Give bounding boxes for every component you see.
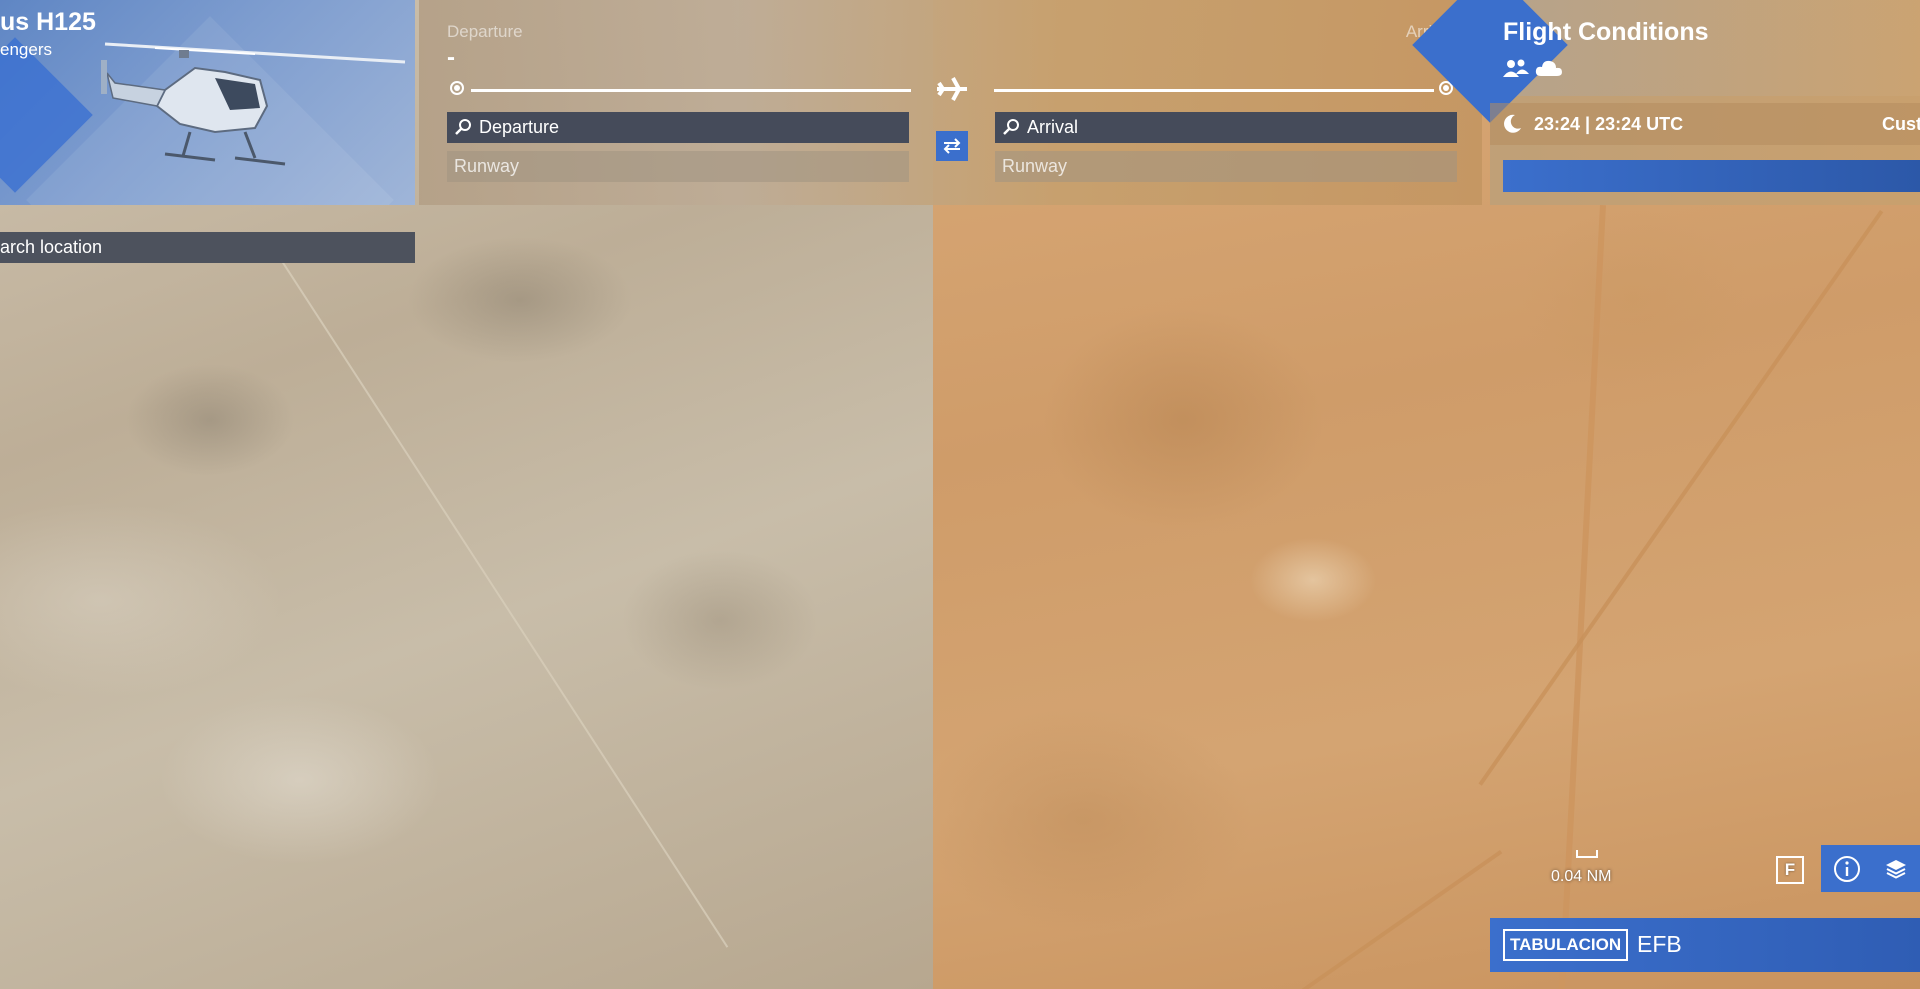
time-display: 23:24 | 23:24 UTC [1534,114,1684,134]
efb-key-hint: TABULACION [1503,929,1629,961]
flight-conditions-panel[interactable]: Flight Conditions 23:24 | 23:24 UTC Cust [1412,0,1920,205]
scale-label: 0.04 NM [1551,868,1612,885]
time-slider[interactable] [1503,160,1920,192]
search-location-placeholder: arch location [0,237,103,257]
search-icon [1003,119,1019,135]
moon-icon [1504,114,1521,133]
airplane-icon [937,77,967,101]
aircraft-subtitle: engers [0,40,52,59]
map-key-hint[interactable]: F [1776,856,1804,884]
arrival-search-placeholder: Arrival [1027,117,1079,137]
departure-runway-input[interactable]: Runway [447,151,909,182]
time-preset: Cust [1882,114,1920,134]
scale-bar [1576,850,1598,858]
info-button[interactable] [1824,845,1870,892]
map-tools [1821,845,1920,892]
layers-button[interactable] [1873,845,1919,892]
passengers-icon [1503,59,1529,77]
aircraft-name: us H125 [0,8,96,36]
swap-icon [943,138,961,154]
arrival-runway-placeholder: Runway [1002,156,1068,176]
departure-route-line [471,89,911,92]
aircraft-card[interactable]: us H125 engers [0,0,415,205]
conditions-title: Flight Conditions [1503,18,1709,46]
departure-search-placeholder: Departure [479,117,560,137]
helicopter-image [101,42,406,166]
search-icon [455,119,471,135]
efb-bar[interactable]: TABULACION EFB [1490,918,1920,972]
departure-label: Departure [447,22,523,41]
arrival-runway-input[interactable]: Runway [995,151,1457,182]
cloud-icon [1535,60,1562,76]
arrival-route-line [994,89,1434,92]
flight-plan-bar: Departure Arrival - - Departure Runway A… [419,0,1482,205]
info-icon [1834,855,1860,882]
layers-icon [1886,859,1906,879]
departure-code: - [447,44,455,71]
time-row[interactable]: 23:24 | 23:24 UTC Cust [1490,103,1920,145]
arrival-search-input[interactable]: Arrival [995,112,1457,143]
swap-airports-button[interactable] [936,131,968,161]
conditions-icons [1502,58,1564,78]
departure-runway-placeholder: Runway [454,156,520,176]
departure-search-input[interactable]: Departure [447,112,909,143]
search-location-input[interactable]: arch location [0,232,415,263]
efb-label: EFB [1637,931,1682,957]
departure-node [450,81,464,95]
